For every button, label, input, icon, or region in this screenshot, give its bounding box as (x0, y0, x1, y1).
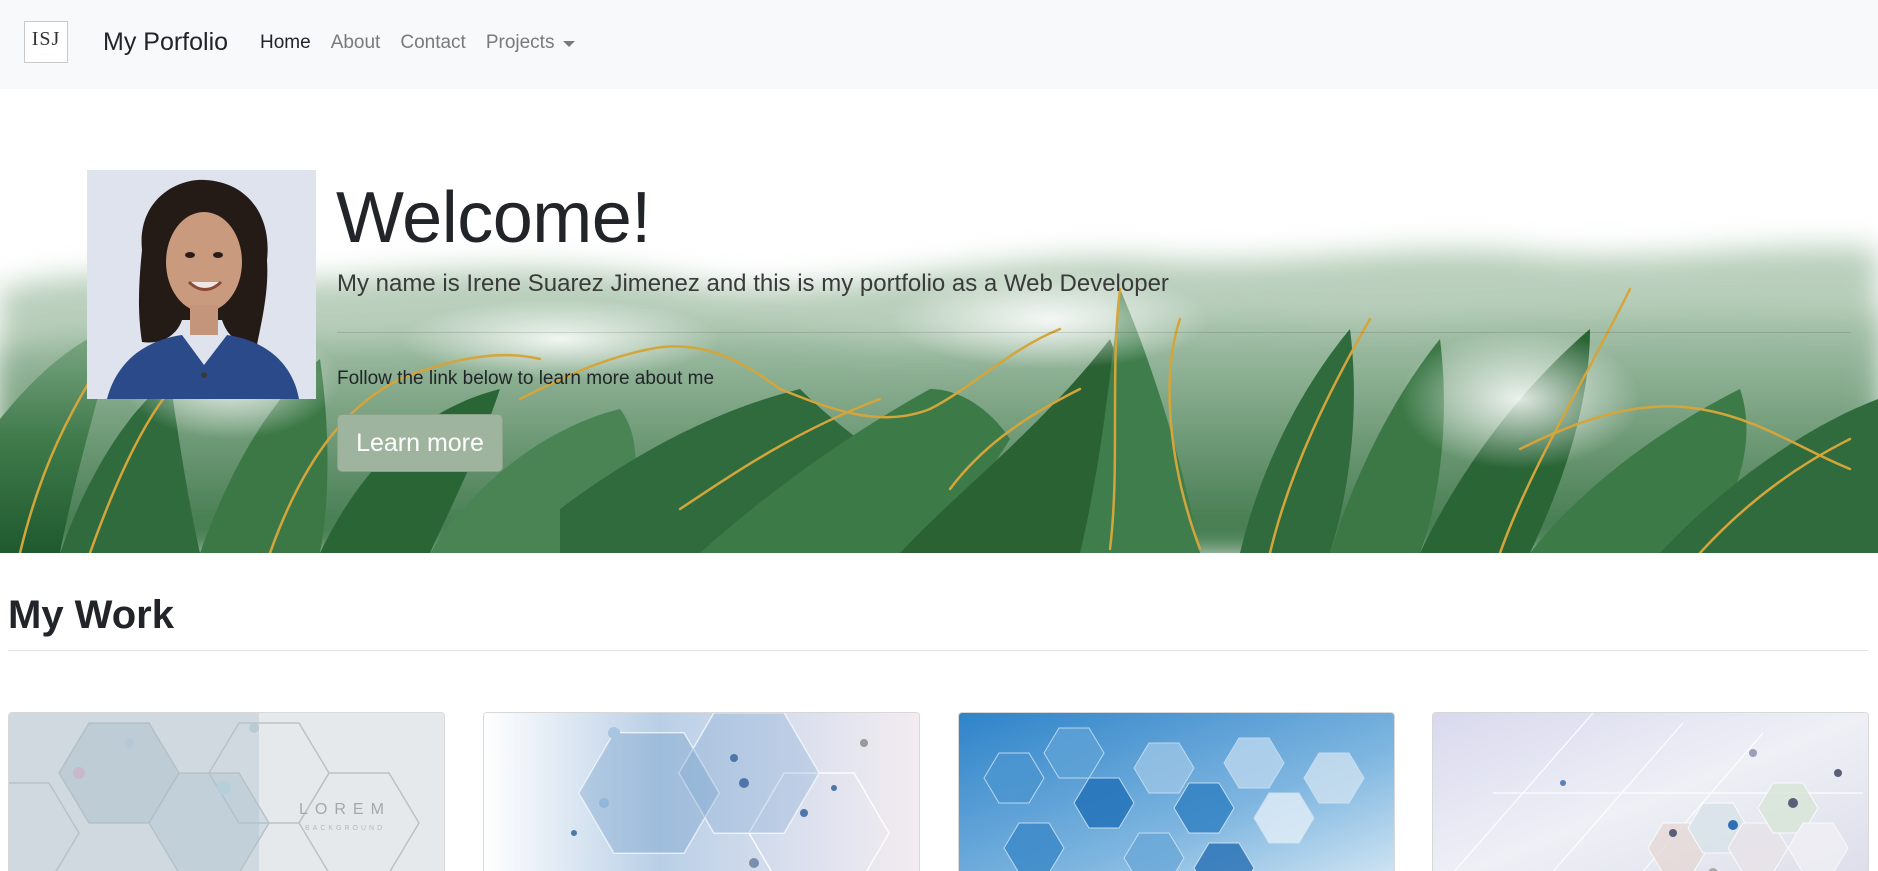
card-image-tech-network (1433, 713, 1868, 871)
logo-subline: · · · · · · · (36, 51, 56, 56)
work-card-3[interactable] (958, 712, 1395, 871)
card-image-hexagon-network (484, 713, 919, 871)
work-card-2[interactable] (483, 712, 920, 871)
card-overlay-title: LOREM (299, 801, 391, 818)
navbar-brand[interactable]: My Porfolio (103, 28, 228, 57)
hero-lead: My name is Irene Suarez Jimenez and this… (337, 270, 1169, 297)
nav-link-contact[interactable]: Contact (400, 32, 465, 54)
logo-text: ISJ (31, 27, 61, 50)
nav-link-projects-label: Projects (485, 32, 555, 53)
hero-divider (337, 332, 1850, 333)
navbar: ISJ · · · · · · · My Porfolio Home About… (0, 0, 1878, 89)
nav-link-projects-dropdown[interactable]: Projects (486, 32, 576, 54)
card-image-hexagon-lorem (9, 713, 444, 871)
card-overlay-subtitle: BACKGROUND (305, 825, 386, 832)
my-work-divider (8, 650, 1868, 651)
hero-jumbotron: Welcome! My name is Irene Suarez Jimenez… (0, 89, 1878, 553)
work-card-4[interactable] (1432, 712, 1869, 871)
caret-down-icon (563, 40, 576, 47)
my-work-heading: My Work (8, 593, 174, 637)
profile-photo (87, 170, 316, 399)
nav-link-home[interactable]: Home (260, 32, 311, 54)
work-card-1[interactable]: LOREM BACKGROUND (8, 712, 445, 871)
nav-link-about[interactable]: About (331, 32, 381, 54)
profile-photo-image (87, 170, 316, 399)
logo[interactable]: ISJ · · · · · · · (24, 21, 68, 63)
learn-more-button[interactable]: Learn more (337, 414, 503, 472)
card-image-blue-hexagon (959, 713, 1394, 871)
nav-links: Home About Contact Projects (260, 32, 595, 54)
hero-title: Welcome! (336, 178, 651, 258)
hero-text: Follow the link below to learn more abou… (337, 368, 715, 389)
